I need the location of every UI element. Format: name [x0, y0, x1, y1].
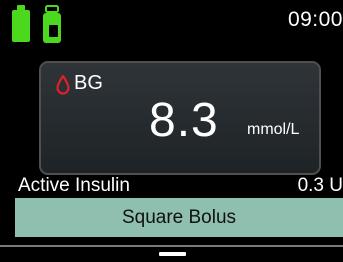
- active-insulin-label: Active Insulin: [18, 175, 130, 196]
- square-bolus-label: Square Bolus: [121, 206, 237, 228]
- blood-drop-icon: [56, 75, 70, 95]
- reservoir-icon: [43, 5, 61, 43]
- clock-time: 09:00: [287, 8, 343, 31]
- active-insulin-value: 0.3 U: [297, 175, 343, 196]
- bg-reading-card[interactable]: BG 8.3 mmol/L: [39, 61, 321, 175]
- home-handle[interactable]: [159, 252, 186, 256]
- square-bolus-banner[interactable]: Square Bolus: [15, 198, 343, 237]
- bg-value: 8.3: [149, 94, 219, 147]
- battery-icon: [12, 5, 30, 42]
- active-insulin-row: Active Insulin 0.3 U: [0, 175, 343, 197]
- bg-unit: mmol/L: [247, 121, 300, 138]
- bg-label: BG: [74, 72, 103, 94]
- status-bar: 09:00: [0, 0, 343, 50]
- divider: [0, 245, 343, 247]
